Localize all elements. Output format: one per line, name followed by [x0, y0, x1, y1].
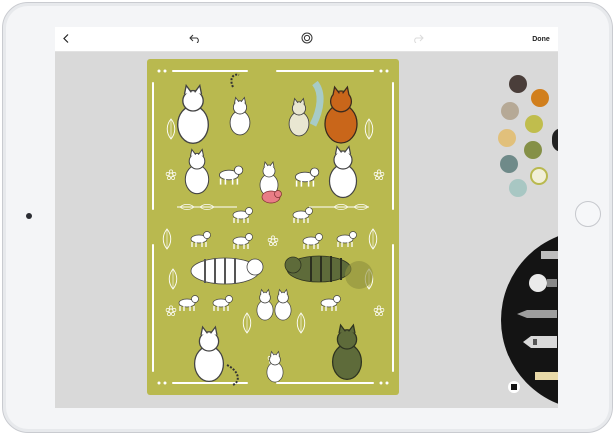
undo-button[interactable] — [187, 27, 203, 51]
brush-tool[interactable] — [527, 272, 557, 294]
color-palette — [495, 75, 557, 245]
layers-button[interactable] — [298, 27, 316, 51]
undo-icon — [189, 34, 201, 45]
color-swatch[interactable] — [524, 141, 542, 159]
ink-tool[interactable] — [523, 334, 557, 350]
marker-tool[interactable] — [539, 248, 558, 260]
target-icon — [301, 32, 313, 46]
top-toolbar: Done — [55, 27, 558, 52]
pencil-tool[interactable] — [517, 306, 557, 318]
chevron-left-icon — [63, 33, 69, 45]
color-swatch[interactable] — [525, 115, 543, 133]
color-swatch[interactable] — [498, 129, 516, 147]
crayon-tool[interactable] — [535, 368, 558, 380]
redo-icon — [412, 34, 424, 45]
redo-button[interactable] — [410, 27, 426, 51]
tool-wheel — [501, 230, 558, 408]
color-swatch[interactable] — [531, 89, 549, 107]
front-camera — [26, 213, 32, 219]
home-button[interactable] — [575, 201, 601, 227]
app-screen: Done — [55, 27, 558, 408]
color-swatch-selected[interactable] — [530, 167, 548, 185]
color-swatch[interactable] — [500, 155, 518, 173]
done-button[interactable]: Done — [527, 27, 555, 51]
ipad-device: Done — [0, 0, 615, 435]
drawing-canvas[interactable] — [147, 59, 399, 395]
color-swatch[interactable] — [501, 102, 519, 120]
color-swatch[interactable] — [509, 75, 527, 93]
cat-illustration — [152, 69, 394, 386]
eraser-icon[interactable] — [507, 380, 521, 394]
color-swatch[interactable] — [509, 179, 527, 197]
back-button[interactable] — [59, 27, 73, 51]
